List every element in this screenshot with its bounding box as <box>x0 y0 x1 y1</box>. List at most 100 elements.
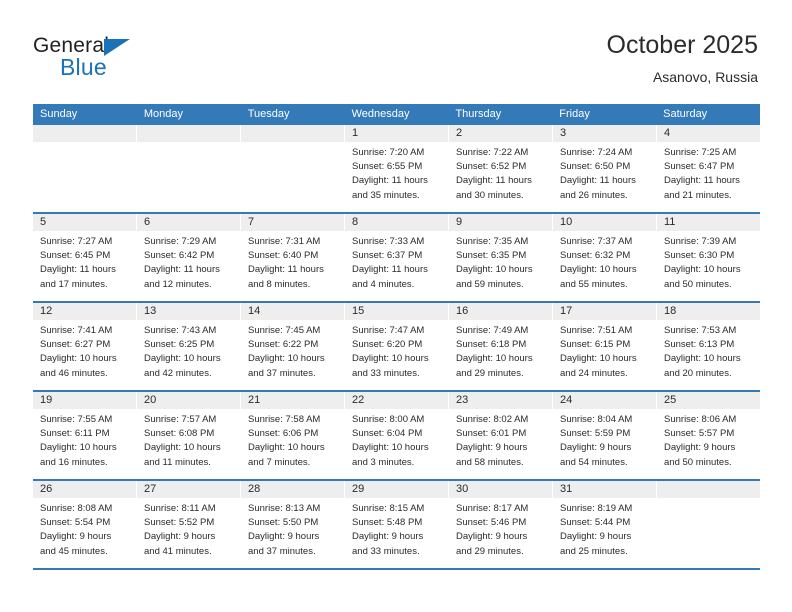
day-number-strip <box>137 125 240 142</box>
calendar-day-cell[interactable]: 8 Sunrise: 7:33 AM Sunset: 6:37 PM Daylight… <box>345 214 449 301</box>
calendar-day-cell[interactable]: 24 Sunrise: 8:04 AM Sunset: 5:59 PM Dayligh… <box>553 392 657 479</box>
day-details: Sunrise: 8:06 AM Sunset: 5:57 PM Daylight:… <box>657 409 760 470</box>
calendar-day-cell[interactable]: 15 Sunrise: 7:47 AM Sunset: 6:20 PM Dayligh… <box>345 303 449 390</box>
day-number-strip: 29 <box>345 481 448 498</box>
calendar-day-cell[interactable]: 23 Sunrise: 8:02 AM Sunset: 6:01 PM Dayligh… <box>449 392 553 479</box>
day-detail-line: Daylight: 11 hours <box>664 175 740 187</box>
day-number-strip: 10 <box>553 214 656 231</box>
day-number: 30 <box>456 483 469 495</box>
day-details <box>137 142 240 146</box>
day-details: Sunrise: 7:33 AM Sunset: 6:37 PM Daylight:… <box>345 231 448 292</box>
day-number: 17 <box>560 305 573 317</box>
calendar-day-cell[interactable]: 18 Sunrise: 7:53 AM Sunset: 6:13 PM Dayligh… <box>657 303 760 390</box>
calendar-day-cell[interactable]: 11 Sunrise: 7:39 AM Sunset: 6:30 PM Dayligh… <box>657 214 760 301</box>
day-detail-line: Daylight: 10 hours <box>352 353 429 365</box>
calendar-day-cell[interactable]: 22 Sunrise: 8:00 AM Sunset: 6:04 PM Dayligh… <box>345 392 449 479</box>
day-detail-line: Sunset: 5:52 PM <box>144 517 215 529</box>
day-detail-line: Daylight: 10 hours <box>144 442 221 454</box>
page-title: October 2025 <box>606 31 759 59</box>
day-detail-line: Daylight: 10 hours <box>664 353 741 365</box>
calendar-day-cell[interactable]: 19 Sunrise: 7:55 AM Sunset: 6:11 PM Dayligh… <box>33 392 137 479</box>
day-detail-line: and 30 minutes. <box>456 189 524 201</box>
day-detail-line: Daylight: 10 hours <box>456 264 533 276</box>
day-detail-line: and 21 minutes. <box>664 189 732 201</box>
day-number-strip: 18 <box>657 303 760 320</box>
weekday-header-wednesday: Wednesday <box>351 108 410 120</box>
calendar-day-cell[interactable]: 20 Sunrise: 7:57 AM Sunset: 6:08 PM Dayligh… <box>137 392 241 479</box>
calendar-day-cell[interactable]: 21 Sunrise: 7:58 AM Sunset: 6:06 PM Dayligh… <box>241 392 345 479</box>
day-detail-line: Daylight: 11 hours <box>560 175 636 187</box>
day-detail-line: and 4 minutes. <box>352 278 415 290</box>
calendar-grid: Sunday Monday Tuesday Wednesday Thursday Frid… <box>33 104 760 570</box>
day-details: Sunrise: 8:02 AM Sunset: 6:01 PM Daylight:… <box>449 409 552 470</box>
calendar-day-cell[interactable]: 28 Sunrise: 8:13 AM Sunset: 5:50 PM Dayligh… <box>241 481 345 568</box>
calendar-day-cell[interactable]: 5 Sunrise: 7:27 AM Sunset: 6:45 PM Daylight… <box>33 214 137 301</box>
day-number-strip: 26 <box>33 481 136 498</box>
calendar-day-cell[interactable]: 9 Sunrise: 7:35 AM Sunset: 6:35 PM Daylight… <box>449 214 553 301</box>
calendar-day-cell[interactable]: 10 Sunrise: 7:37 AM Sunset: 6:32 PM Dayligh… <box>553 214 657 301</box>
general-blue-logo: General Blue <box>33 34 273 90</box>
day-number-strip: 24 <box>553 392 656 409</box>
calendar-day-cell[interactable]: 1 Sunrise: 7:20 AM Sunset: 6:55 PM Daylight… <box>345 125 449 212</box>
day-detail-line: Sunset: 6:25 PM <box>144 339 215 351</box>
calendar-day-cell[interactable]: 14 Sunrise: 7:45 AM Sunset: 6:22 PM Dayligh… <box>241 303 345 390</box>
day-number: 7 <box>248 216 255 228</box>
day-detail-line: Sunset: 6:30 PM <box>664 250 735 262</box>
calendar-day-cell[interactable]: 31 Sunrise: 8:19 AM Sunset: 5:44 PM Dayligh… <box>553 481 657 568</box>
weekday-header-friday: Friday <box>559 108 590 120</box>
calendar-day-cell[interactable]: 25 Sunrise: 8:06 AM Sunset: 5:57 PM Dayligh… <box>657 392 760 479</box>
day-number-strip: 4 <box>657 125 760 142</box>
day-detail-line: Sunset: 5:46 PM <box>456 517 527 529</box>
calendar-day-cell[interactable]: 12 Sunrise: 7:41 AM Sunset: 6:27 PM Dayligh… <box>33 303 137 390</box>
day-details: Sunrise: 7:22 AM Sunset: 6:52 PM Daylight:… <box>449 142 552 203</box>
calendar-day-cell[interactable]: 6 Sunrise: 7:29 AM Sunset: 6:42 PM Daylight… <box>137 214 241 301</box>
day-detail-line: Daylight: 9 hours <box>456 531 528 543</box>
day-details: Sunrise: 7:31 AM Sunset: 6:40 PM Daylight:… <box>241 231 344 292</box>
day-detail-line: Daylight: 11 hours <box>144 264 220 276</box>
day-detail-line: Daylight: 9 hours <box>40 531 112 543</box>
day-detail-line: and 12 minutes. <box>144 278 212 290</box>
day-detail-line: Daylight: 10 hours <box>560 264 637 276</box>
calendar-day-cell[interactable]: 7 Sunrise: 7:31 AM Sunset: 6:40 PM Daylight… <box>241 214 345 301</box>
day-detail-line: Sunrise: 7:29 AM <box>144 236 217 247</box>
calendar-day-cell[interactable]: 2 Sunrise: 7:22 AM Sunset: 6:52 PM Daylight… <box>449 125 553 212</box>
day-number-strip <box>33 125 136 142</box>
day-number-strip: 30 <box>449 481 552 498</box>
calendar-day-cell-empty <box>137 125 241 212</box>
calendar-day-cell[interactable]: 17 Sunrise: 7:51 AM Sunset: 6:15 PM Dayligh… <box>553 303 657 390</box>
day-detail-line: Sunrise: 8:15 AM <box>352 503 425 514</box>
day-detail-line: and 41 minutes. <box>144 545 212 557</box>
day-detail-line: and 7 minutes. <box>248 456 311 468</box>
day-number: 6 <box>144 216 151 228</box>
day-detail-line: Sunset: 5:57 PM <box>664 428 735 440</box>
day-detail-line: Sunrise: 7:39 AM <box>664 236 737 247</box>
day-number: 15 <box>352 305 365 317</box>
calendar-day-cell[interactable]: 3 Sunrise: 7:24 AM Sunset: 6:50 PM Daylight… <box>553 125 657 212</box>
day-detail-line: Daylight: 10 hours <box>144 353 221 365</box>
day-detail-line: Sunrise: 8:04 AM <box>560 414 633 425</box>
day-detail-line: Sunset: 5:59 PM <box>560 428 631 440</box>
calendar-day-cell[interactable]: 29 Sunrise: 8:15 AM Sunset: 5:48 PM Dayligh… <box>345 481 449 568</box>
calendar-day-cell[interactable]: 26 Sunrise: 8:08 AM Sunset: 5:54 PM Dayligh… <box>33 481 137 568</box>
calendar-day-cell[interactable]: 27 Sunrise: 8:11 AM Sunset: 5:52 PM Dayligh… <box>137 481 241 568</box>
day-number: 4 <box>664 127 671 139</box>
day-detail-line: Sunrise: 7:37 AM <box>560 236 633 247</box>
day-number: 14 <box>248 305 261 317</box>
day-detail-line: Sunrise: 7:41 AM <box>40 325 113 336</box>
page-header: General Blue October 2025 Asanovo, Russi… <box>0 0 792 100</box>
day-detail-line: Sunrise: 8:02 AM <box>456 414 529 425</box>
calendar-day-cell-empty <box>657 481 760 568</box>
day-detail-line: Sunset: 6:40 PM <box>248 250 319 262</box>
calendar-day-cell[interactable]: 30 Sunrise: 8:17 AM Sunset: 5:46 PM Dayligh… <box>449 481 553 568</box>
day-detail-line: Sunrise: 7:33 AM <box>352 236 425 247</box>
day-number-strip: 17 <box>553 303 656 320</box>
day-details: Sunrise: 7:35 AM Sunset: 6:35 PM Daylight:… <box>449 231 552 292</box>
day-detail-line: and 55 minutes. <box>560 278 628 290</box>
calendar-day-cell[interactable]: 16 Sunrise: 7:49 AM Sunset: 6:18 PM Dayligh… <box>449 303 553 390</box>
day-detail-line: Daylight: 11 hours <box>40 264 116 276</box>
calendar-day-cell-empty <box>241 125 345 212</box>
calendar-day-cell[interactable]: 13 Sunrise: 7:43 AM Sunset: 6:25 PM Dayligh… <box>137 303 241 390</box>
calendar-day-cell[interactable]: 4 Sunrise: 7:25 AM Sunset: 6:47 PM Daylight… <box>657 125 760 212</box>
day-detail-line: Sunset: 6:15 PM <box>560 339 631 351</box>
day-details: Sunrise: 7:53 AM Sunset: 6:13 PM Daylight:… <box>657 320 760 381</box>
